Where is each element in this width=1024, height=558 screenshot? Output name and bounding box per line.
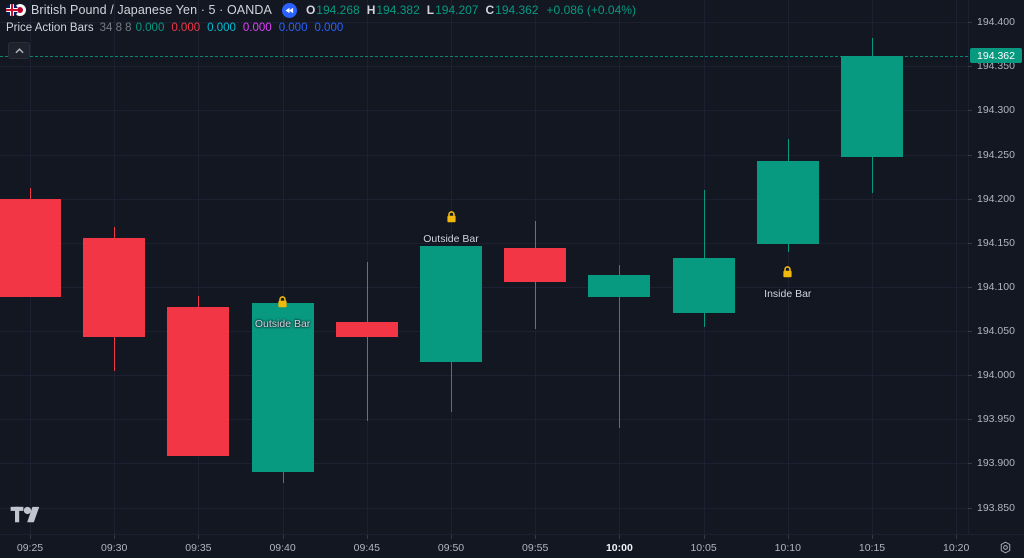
tradingview-logo[interactable] <box>10 505 44 525</box>
price-tick-194.200: 194.200 <box>968 193 1024 205</box>
indicator-value-4: 0.000 <box>278 21 308 34</box>
gridline-h-2 <box>0 110 968 112</box>
lock-icon <box>391 210 511 228</box>
gridline-h-9 <box>0 419 968 421</box>
legend-symbol-row: British Pound / Japanese Yen · 5 · OANDA… <box>0 0 1024 20</box>
indicator-values: 0.000 0.000 0.000 0.000 0.000 0.000 <box>136 22 351 34</box>
annotation-label: Outside Bar <box>254 318 311 330</box>
indicator-value-5: 0.000 <box>314 21 344 34</box>
chart-legend: British Pound / Japanese Yen · 5 · OANDA… <box>0 0 1024 35</box>
annotation-label: Outside Bar <box>423 233 479 245</box>
indicator-value-1: 0.000 <box>171 21 201 34</box>
annotation-marker-2[interactable]: Inside Bar <box>728 265 848 302</box>
time-tick-09:50: 09:50 <box>411 535 491 554</box>
time-tick-09:40: 09:40 <box>243 535 323 554</box>
candle-body <box>167 307 230 457</box>
candle-10:05 <box>672 0 735 534</box>
annotation-marker-1[interactable]: Outside Bar <box>391 210 511 247</box>
ohlc-open-label: O <box>305 3 316 17</box>
gridline-h-8 <box>0 375 968 377</box>
gridline-h-3 <box>0 154 968 156</box>
annotation-marker-0[interactable]: Outside Bar <box>223 295 343 332</box>
ohlc-close-label: C <box>485 3 495 17</box>
candle-10:00 <box>588 0 651 534</box>
gridline-h-1 <box>0 66 968 68</box>
gridline-v-11 <box>956 0 958 534</box>
candle-09:50 <box>420 0 482 534</box>
gridline-h-7 <box>0 331 968 332</box>
candle-body <box>588 275 651 298</box>
chart-pane[interactable]: Outside Bar Outside Bar Inside Bar <box>0 0 968 534</box>
indicator-name[interactable]: Price Action Bars <box>6 22 94 34</box>
lock-icon <box>223 295 343 313</box>
candle-09:25 <box>0 0 61 534</box>
gridline-h-10 <box>0 463 968 465</box>
candle-body <box>756 160 819 245</box>
indicator-value-2: 0.000 <box>207 21 236 34</box>
ohlc-high-label: H <box>366 3 376 17</box>
candle-body <box>420 246 482 362</box>
candle-09:45 <box>335 0 398 534</box>
candle-body <box>672 257 735 314</box>
gridline-h-11 <box>0 507 968 509</box>
time-tick-10:20: 10:20 <box>916 535 996 554</box>
price-tick-193.850: 193.850 <box>968 502 1024 514</box>
candle-09:35 <box>167 0 230 534</box>
candle-body <box>0 198 61 298</box>
indicator-value-3: 0.000 <box>242 21 272 34</box>
time-tick-09:25: 09:25 <box>0 535 70 554</box>
ohlc-change-value: +0.086 (+0.04%) <box>546 3 636 17</box>
price-tick-194.250: 194.250 <box>968 149 1024 161</box>
candle-body <box>335 322 398 338</box>
indicator-params: 34 8 8 <box>99 21 132 34</box>
price-tick-194.050: 194.050 <box>968 325 1024 337</box>
replay-rewind-icon[interactable] <box>281 2 297 18</box>
time-axis-settings-icon[interactable] <box>998 540 1012 554</box>
candle-wick <box>366 262 368 421</box>
current-price-badge: 194.362 <box>970 48 1022 64</box>
candle-10:15 <box>841 0 903 534</box>
time-tick-09:55: 09:55 <box>495 535 575 554</box>
time-tick-09:45: 09:45 <box>327 535 407 554</box>
ohlc-low-label: L <box>426 3 435 17</box>
candle-body <box>83 238 146 338</box>
lock-icon <box>728 265 848 283</box>
gridline-h-4 <box>0 198 968 200</box>
time-tick-09:35: 09:35 <box>158 535 238 554</box>
time-tick-09:30: 09:30 <box>74 535 154 554</box>
candle-body <box>841 55 903 158</box>
annotation-label: Inside Bar <box>764 288 812 300</box>
ohlc-open-value: 194.268 <box>316 3 360 17</box>
candle-body <box>504 248 567 283</box>
price-tick-193.950: 193.950 <box>968 413 1024 425</box>
candle-09:30 <box>83 0 146 534</box>
price-tick-194.000: 194.000 <box>968 369 1024 381</box>
legend-indicator-row[interactable]: Price Action Bars 34 8 8 0.000 0.000 0.000… <box>0 20 1024 35</box>
candle-09:55 <box>504 0 567 534</box>
indicator-value-0: 0.000 <box>135 21 165 34</box>
current-price-line <box>0 55 968 57</box>
ohlc-close-value: 194.362 <box>495 3 539 17</box>
symbol-title[interactable]: British Pound / Japanese Yen · 5 · OANDA <box>31 3 272 17</box>
time-tick-10:10: 10:10 <box>748 535 828 554</box>
price-tick-194.300: 194.300 <box>968 104 1024 116</box>
chevron-up-icon[interactable] <box>8 42 30 59</box>
gbp-jpy-flag-pair-icon <box>6 3 26 17</box>
price-tick-194.150: 194.150 <box>968 237 1024 249</box>
ohlc-values: O 194.268 H 194.382 L 194.207 C 194.362 … <box>306 3 636 17</box>
time-tick-10:15: 10:15 <box>832 535 912 554</box>
ohlc-low-value: 194.207 <box>435 3 479 17</box>
price-axis[interactable]: 194.400 194.350 194.300 194.250 194.200 194.1… <box>968 0 1024 534</box>
time-axis[interactable]: 09:25 09:30 09:35 09:40 09:45 09:50 09:55 10:00… <box>0 534 1024 558</box>
ohlc-high-value: 194.382 <box>376 3 420 17</box>
time-tick-10:00: 10:00 <box>579 535 659 554</box>
time-tick-10:05: 10:05 <box>664 535 744 554</box>
price-tick-194.100: 194.100 <box>968 281 1024 293</box>
price-tick-193.900: 193.900 <box>968 457 1024 469</box>
candle-09:40 <box>251 0 314 534</box>
